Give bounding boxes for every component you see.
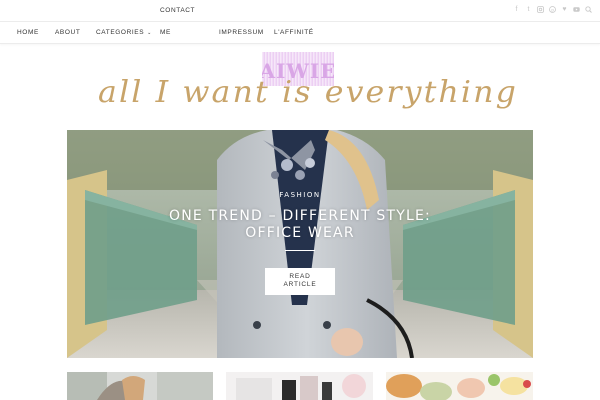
post-thumbnail-3[interactable]	[386, 372, 533, 400]
contact-link[interactable]: CONTACT	[160, 7, 195, 14]
site-logo[interactable]: AIWIE all I want is everything	[80, 46, 530, 126]
instagram-icon[interactable]	[537, 6, 544, 14]
nav-me[interactable]: ME	[160, 29, 171, 36]
search-icon[interactable]	[585, 6, 592, 14]
bloglovin-heart-icon[interactable]: ♥	[561, 6, 568, 14]
post-thumbnail-1[interactable]	[67, 372, 213, 400]
youtube-icon[interactable]	[573, 6, 580, 14]
nav-categories-label: CATEGORIES	[96, 29, 145, 36]
chevron-down-icon: ⌄	[147, 30, 152, 36]
nav-about[interactable]: ABOUT	[55, 29, 80, 36]
hero-title-line-1: ONE TREND – DIFFERENT STYLE:	[169, 208, 431, 224]
post-thumbnail-3-image	[386, 372, 533, 400]
post-thumbnail-2-image	[226, 372, 373, 400]
hero-title[interactable]: ONE TREND – DIFFERENT STYLE: OFFICE WEAR	[150, 208, 450, 242]
twitter-icon[interactable]: t	[525, 6, 532, 14]
nav-home[interactable]: HOME	[17, 29, 39, 36]
facebook-icon[interactable]: f	[513, 6, 520, 14]
pinterest-icon[interactable]: p	[549, 6, 556, 14]
nav-categories[interactable]: CATEGORIES ⌄	[96, 29, 152, 36]
read-article-line-2: ARTICLE	[283, 281, 317, 288]
hero-image	[67, 130, 533, 358]
hero-category[interactable]: FASHION	[67, 191, 533, 199]
svg-text:p: p	[551, 8, 554, 13]
top-bar: CONTACT f t p ♥	[0, 0, 600, 22]
hero-title-line-2: OFFICE WEAR	[245, 225, 355, 241]
post-thumbnail-1-image	[67, 372, 213, 400]
read-article-button[interactable]: READ ARTICLE	[265, 268, 335, 295]
post-thumbnail-2[interactable]	[226, 372, 373, 400]
logo-tagline: all I want is everything	[98, 75, 518, 110]
nav-laffinite[interactable]: L'AFFINITÉ	[274, 29, 314, 36]
social-icons: f t p ♥	[513, 6, 592, 14]
hero-featured-post[interactable]: FASHION ONE TREND – DIFFERENT STYLE: OFF…	[67, 130, 533, 358]
read-article-line-1: READ	[289, 273, 311, 280]
nav-impressum[interactable]: IMPRESSUM	[219, 29, 264, 36]
hero-divider	[285, 250, 315, 251]
main-navigation: HOME ABOUT CATEGORIES ⌄ ME IMPRESSUM L'AF…	[0, 22, 600, 44]
logo-script: all I want is everything	[98, 75, 518, 110]
